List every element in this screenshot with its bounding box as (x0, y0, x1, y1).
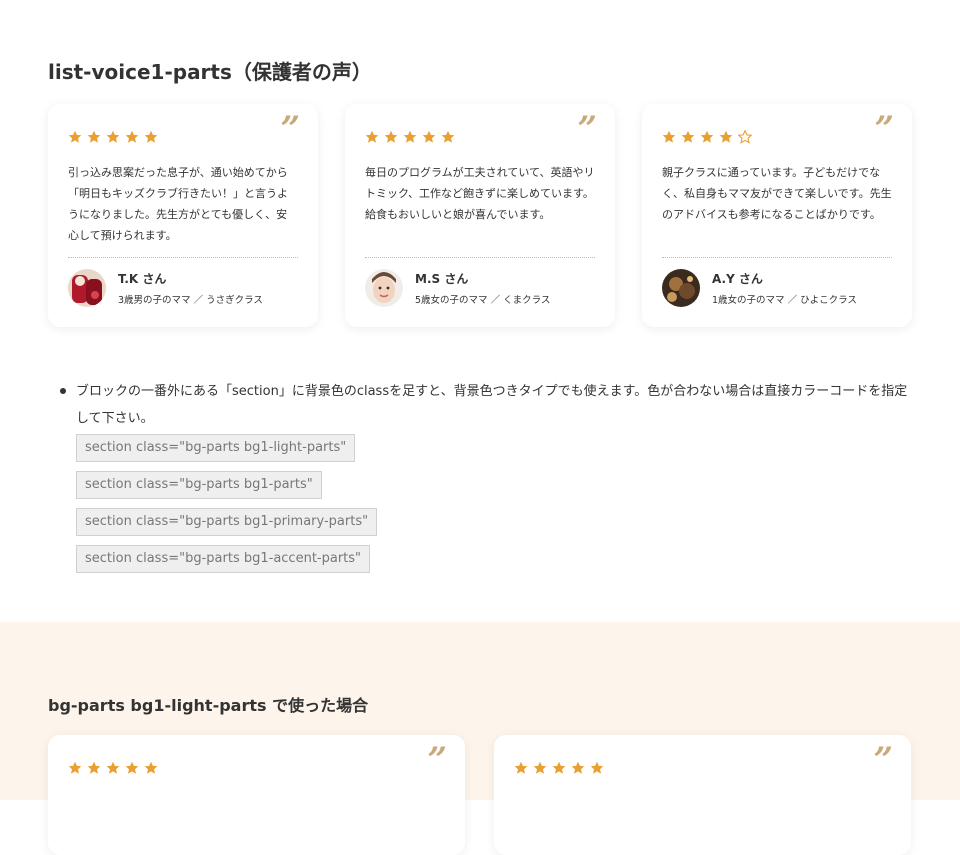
star-rating (365, 130, 455, 144)
reviewer-name: T.K さん (118, 272, 167, 286)
star-filled-icon (68, 130, 82, 143)
star-rating (68, 130, 158, 144)
star-filled-icon (441, 130, 455, 143)
star-empty-icon (738, 130, 752, 144)
star-filled-icon (681, 130, 695, 143)
star-filled-icon (700, 130, 714, 143)
star-rating (514, 761, 604, 775)
quote-icon: ” (427, 740, 447, 780)
quote-icon: ” (280, 109, 300, 149)
usage-notes: ブロックの一番外にある「section」に背景色のclassを足すと、背景色つき… (58, 378, 908, 432)
reviewer-meta: 5歳女の子のママ ／ くまクラス (415, 295, 551, 306)
avatar (68, 269, 106, 307)
star-filled-icon (662, 130, 676, 143)
reviewer-name: M.S さん (415, 272, 469, 286)
star-filled-icon (106, 761, 120, 774)
voice-text: 毎日のプログラムが工夫されていて、英語やリトミック、工作など飽きずに楽しめていま… (365, 166, 595, 221)
star-filled-icon (590, 761, 604, 774)
star-filled-icon (719, 130, 733, 143)
star-filled-icon (125, 761, 139, 774)
star-filled-icon (533, 761, 547, 774)
star-filled-icon (68, 761, 82, 774)
star-rating (68, 761, 158, 775)
star-rating (662, 130, 752, 144)
page-title: list-voice1-parts（保護者の声） (48, 60, 372, 84)
star-filled-icon (571, 761, 585, 774)
star-filled-icon (514, 761, 528, 774)
star-filled-icon (384, 130, 398, 143)
voice-section: list-voice1-parts（保護者の声） ” 引っ込み思案だった息子が、… (0, 0, 960, 622)
voice-card: ” (494, 735, 911, 855)
quote-icon: ” (874, 109, 894, 149)
star-filled-icon (87, 130, 101, 143)
star-filled-icon (552, 761, 566, 774)
code-list: section class="bg-parts bg1-light-parts"… (76, 425, 378, 573)
code-snippet: section class="bg-parts bg1-primary-part… (76, 508, 378, 536)
divider (662, 257, 892, 258)
code-snippet: section class="bg-parts bg1-light-parts" (76, 434, 356, 462)
code-snippet: section class="bg-parts bg1-accent-parts… (76, 545, 371, 573)
reviewer-meta: 1歳女の子のママ ／ ひよこクラス (712, 295, 857, 306)
star-filled-icon (365, 130, 379, 143)
usage-note: ブロックの一番外にある「section」に背景色のclassを足すと、背景色つき… (58, 378, 908, 432)
avatar (365, 269, 403, 307)
star-filled-icon (106, 130, 120, 143)
voice-card: ” (48, 735, 465, 855)
code-snippet: section class="bg-parts bg1-parts" (76, 471, 322, 499)
star-filled-icon (125, 130, 139, 143)
reviewer-meta: 3歳男の子のママ ／ うさぎクラス (118, 295, 263, 306)
star-filled-icon (87, 761, 101, 774)
star-filled-icon (422, 130, 436, 143)
avatar (662, 269, 700, 307)
reviewer-name: A.Y さん (712, 272, 763, 286)
divider (68, 257, 298, 258)
voice-text: 引っ込み思案だった息子が、通い始めてから「明日もキッズクラブ行きたい！」と言うよ… (68, 166, 288, 242)
voice-text: 親子クラスに通っています。子どもだけでなく、私自身もママ友ができて楽しいです。先… (662, 166, 892, 221)
voice-card: ” 引っ込み思案だった息子が、通い始めてから「明日もキッズクラブ行きたい！」と言… (48, 104, 318, 327)
voice-card: ” 親子クラスに通っています。子どもだけでなく、私自身もママ友ができて楽しいです… (642, 104, 912, 327)
section-title: bg-parts bg1-light-parts で使った場合 (48, 696, 369, 715)
voice-card: ” 毎日のプログラムが工夫されていて、英語やリトミック、工作など飽きずに楽しめて… (345, 104, 615, 327)
star-filled-icon (144, 761, 158, 774)
star-filled-icon (144, 130, 158, 143)
usage-note-text: ブロックの一番外にある「section」に背景色のclassを足すと、背景色つき… (76, 384, 908, 426)
divider (365, 257, 595, 258)
quote-icon: ” (577, 109, 597, 149)
star-filled-icon (403, 130, 417, 143)
quote-icon: ” (873, 740, 893, 780)
